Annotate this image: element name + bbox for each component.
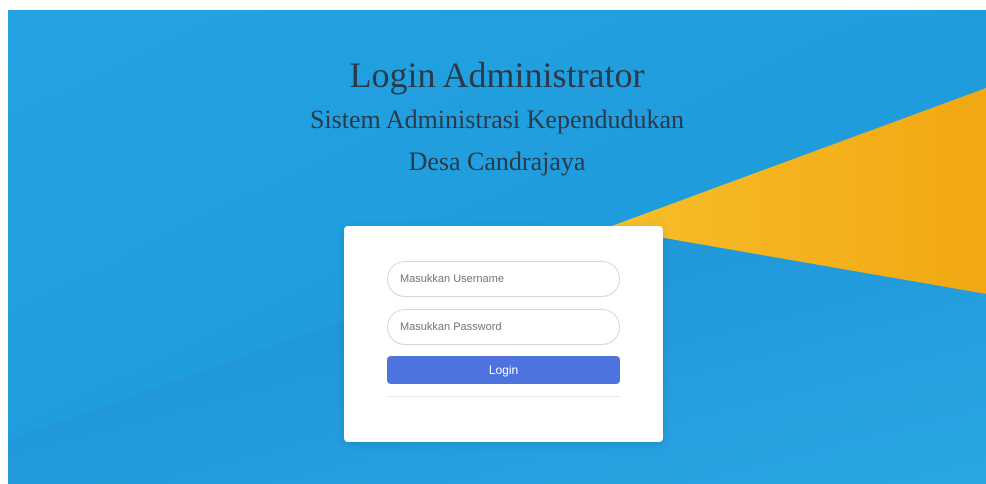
form-divider <box>387 396 620 397</box>
system-name: Sistem Administrasi Kependudukan <box>309 105 685 134</box>
password-input[interactable] <box>387 309 620 345</box>
village-name: Desa Candrajaya <box>408 147 586 176</box>
page-title: Login Administrator <box>349 55 645 95</box>
login-button[interactable]: Login <box>387 356 620 384</box>
page-background: Login Administrator Sistem Administrasi … <box>8 10 986 484</box>
login-card: Login <box>344 226 663 442</box>
username-input[interactable] <box>387 261 620 297</box>
